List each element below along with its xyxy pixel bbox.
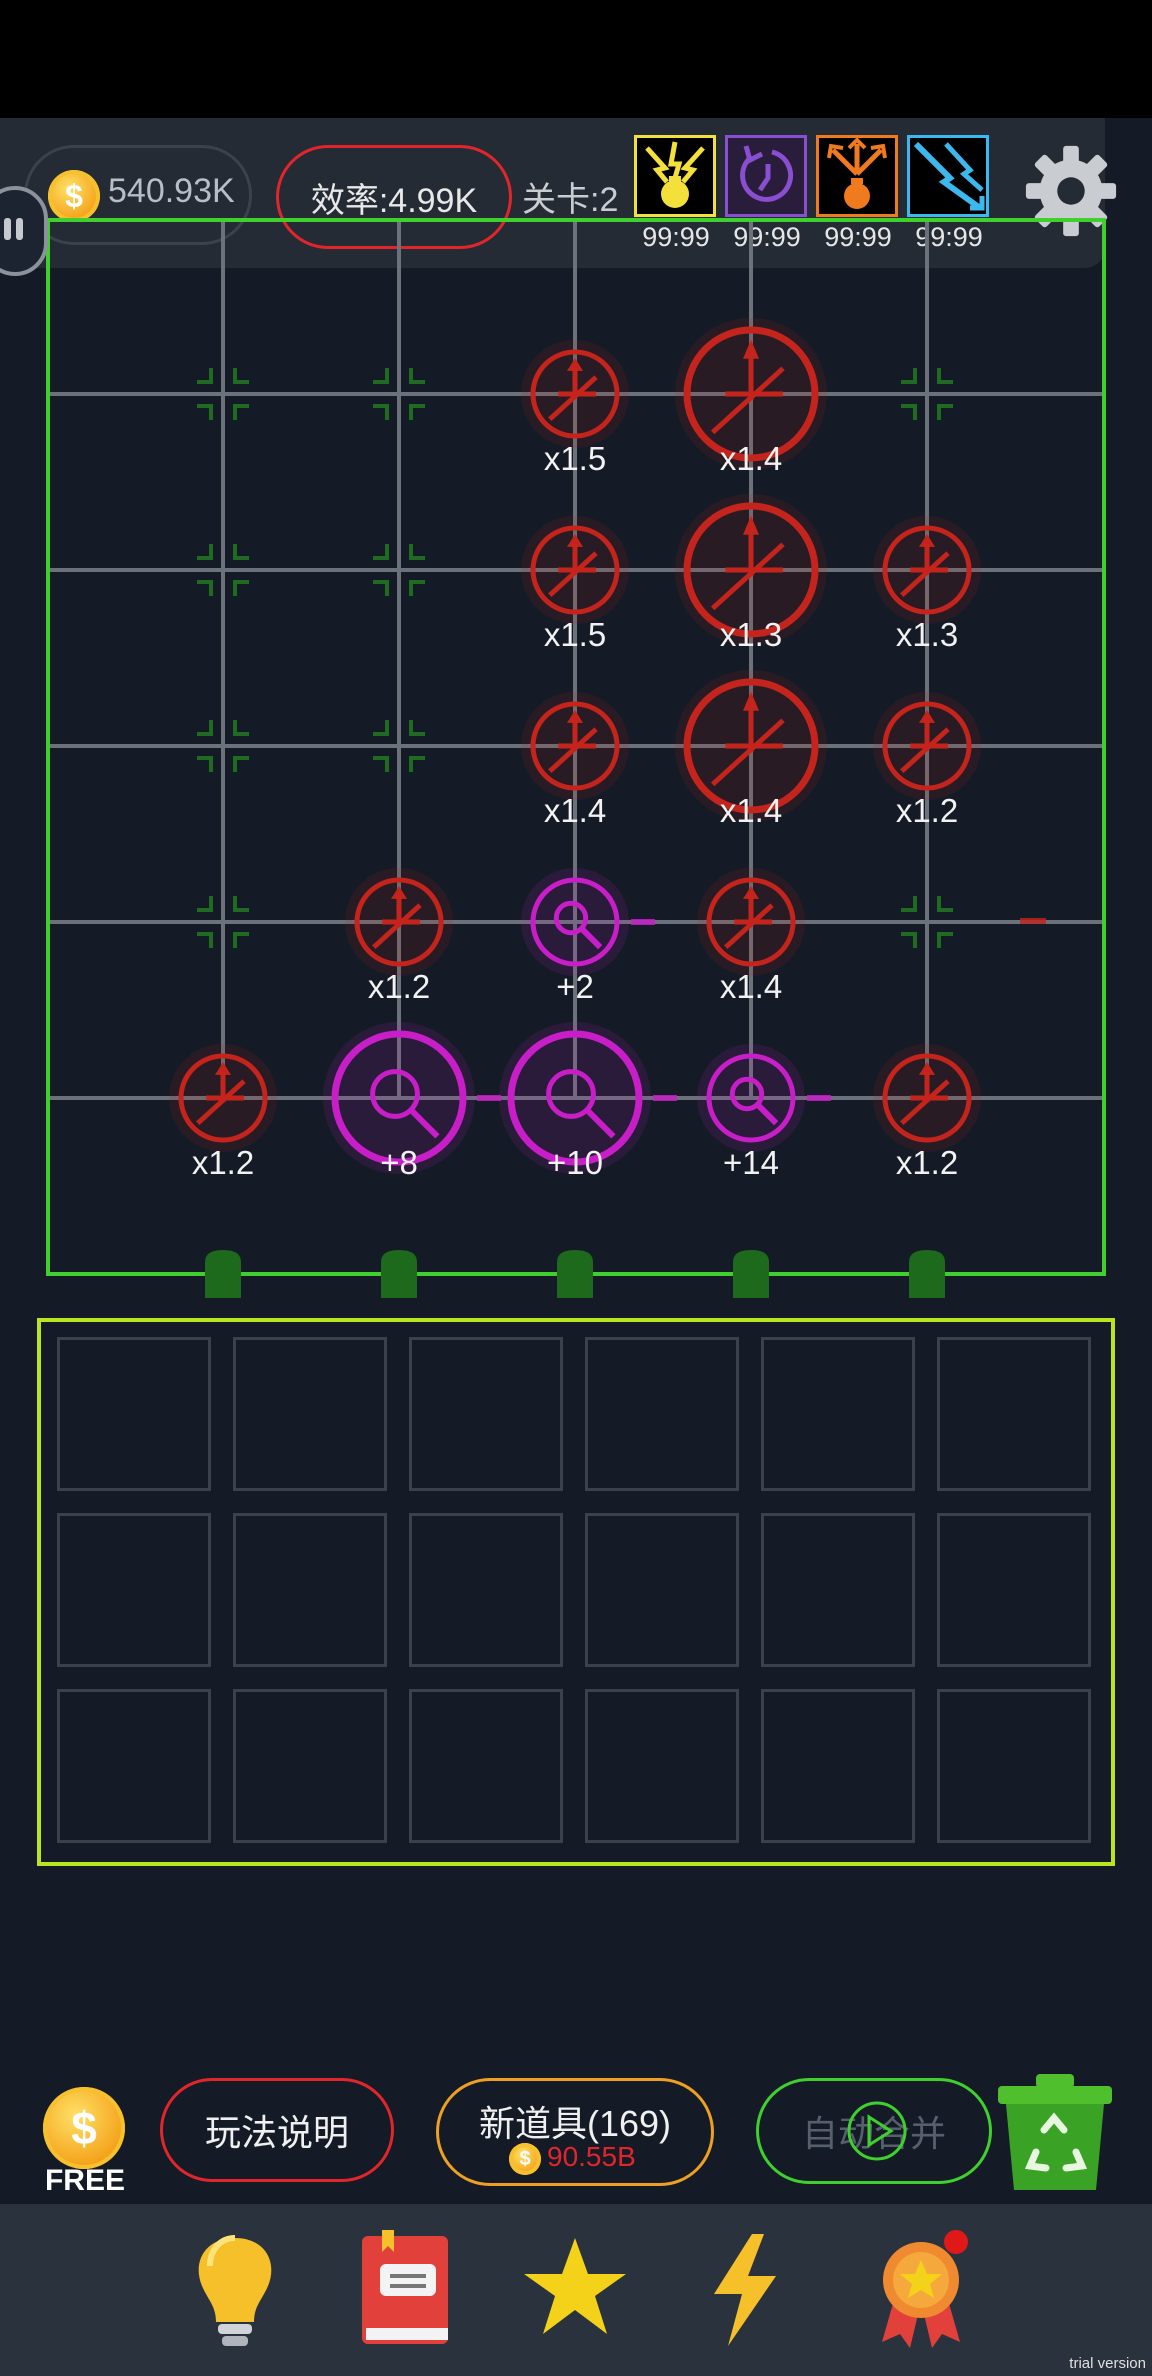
inventory-slot[interactable] [761,1689,915,1843]
inventory-slot[interactable] [57,1513,211,1667]
unit-multiplier-label: x1.2 [895,1144,959,1181]
free-coin-button[interactable]: $ [43,2087,125,2169]
unit-multiplier-label: +2 [556,968,594,1005]
inventory-slot[interactable] [233,1689,387,1843]
unit-multiplier-label: x1.2 [895,792,959,829]
play-icon [847,2101,907,2161]
lightning-icon[interactable] [690,2230,800,2350]
medal-icon[interactable] [866,2230,976,2350]
inventory-slot[interactable] [937,1689,1091,1843]
turret-unit[interactable] [873,516,981,624]
inventory-slot[interactable] [937,1337,1091,1491]
turret-unit[interactable] [521,516,629,624]
inventory-slot[interactable] [57,1337,211,1491]
recycle-bin-icon[interactable] [996,2072,1114,2192]
turret-unit[interactable] [345,868,453,976]
projectile [1020,918,1046,924]
unit-multiplier-label: +14 [723,1144,779,1181]
turret-unit[interactable] [697,868,805,976]
unit-multiplier-label: +10 [547,1144,603,1181]
turret-unit[interactable] [873,1044,981,1152]
unit-multiplier-label: x1.5 [543,616,607,653]
board-connector [733,1250,769,1298]
magnifier-unit[interactable] [521,868,655,976]
pause-button[interactable] [0,186,48,276]
inventory-slot[interactable] [585,1689,739,1843]
unit-multiplier-label: x1.3 [719,616,783,653]
unit-multiplier-label: x1.4 [719,968,783,1005]
coin-icon: $ [509,2143,541,2175]
inventory-slot[interactable] [57,1689,211,1843]
unit-multiplier-label: x1.2 [367,968,431,1005]
board-connector [557,1250,593,1298]
unit-multiplier-label: x1.2 [191,1144,255,1181]
inventory-slot[interactable] [761,1513,915,1667]
inventory-slot[interactable] [585,1513,739,1667]
unit-multiplier-label: +8 [380,1144,418,1181]
inventory-slot[interactable] [233,1337,387,1491]
turret-unit[interactable] [521,692,629,800]
help-button[interactable]: 玩法说明 [160,2078,394,2182]
inventory-slot[interactable] [585,1337,739,1491]
turret-unit[interactable] [169,1044,277,1152]
free-label: FREE [44,2164,125,2197]
board-connector [381,1250,417,1298]
unit-multiplier-label: x1.4 [543,792,607,829]
inventory-slot[interactable] [937,1513,1091,1667]
unit-multiplier-label: x1.4 [719,440,783,477]
magnifier-unit[interactable] [697,1044,831,1152]
inventory-slot[interactable] [409,1337,563,1491]
new-item-label: 新道具(169) [478,2103,672,2144]
inventory-slot[interactable] [409,1689,563,1843]
unit-multiplier-label: x1.4 [719,792,783,829]
turret-unit[interactable] [521,340,629,448]
inventory-slot[interactable] [761,1337,915,1491]
lightbulb-icon[interactable] [180,2230,290,2350]
new-item-button[interactable]: 新道具(169) $ 90.55B [436,2078,714,2186]
book-icon[interactable] [352,2230,462,2350]
board-connector [205,1250,241,1298]
unit-multiplier-label: x1.5 [543,440,607,477]
unit-multiplier-label: x1.3 [895,616,959,653]
star-icon[interactable] [520,2230,630,2350]
inventory-slot[interactable] [233,1513,387,1667]
board-connector [909,1250,945,1298]
watermark: trial version [1069,2355,1146,2372]
new-item-cost: 90.55B [547,2141,636,2172]
inventory-slot[interactable] [409,1513,563,1667]
auto-merge-button[interactable]: 自动合并 [756,2078,992,2184]
turret-unit[interactable] [873,692,981,800]
